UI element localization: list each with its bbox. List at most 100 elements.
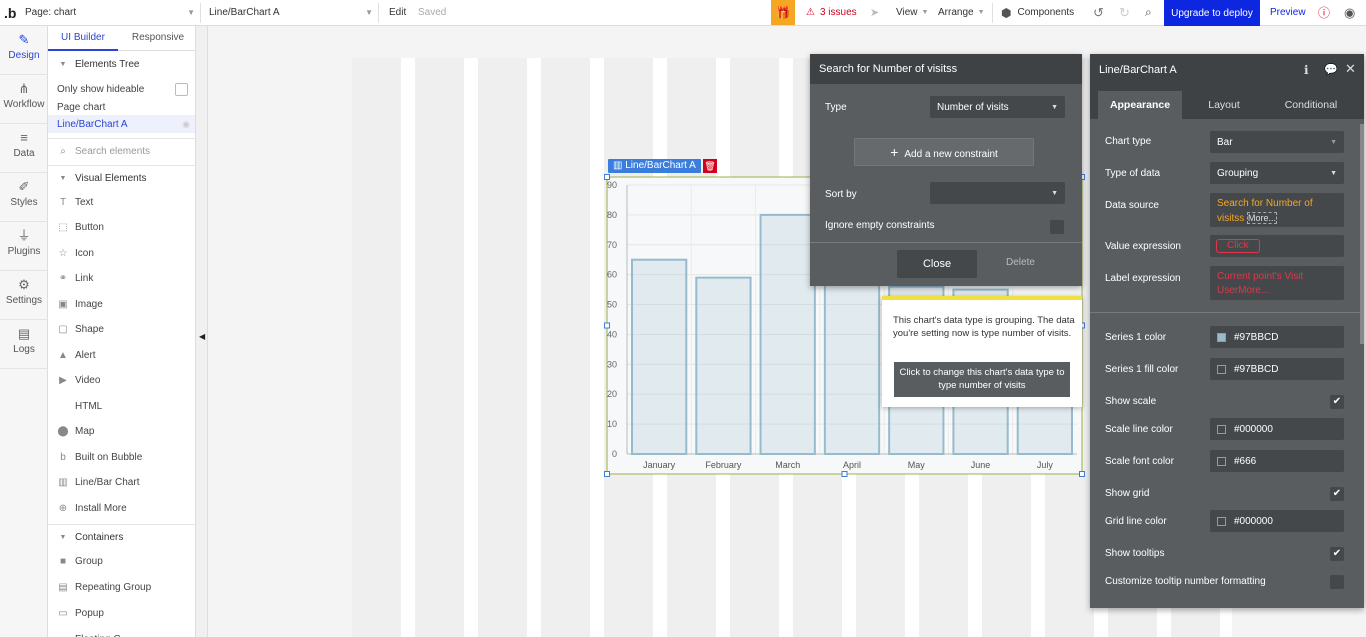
element-palette-item[interactable]: ⬚ Button — [48, 216, 195, 240]
collapse-arrow-icon[interactable]: ◀ — [199, 332, 205, 341]
container-palette-item[interactable]: ▭ Popup — [48, 601, 195, 625]
tab-responsive[interactable]: Responsive — [120, 26, 195, 51]
element-palette-item[interactable]: ☆ Icon — [48, 241, 195, 265]
value-expression-field[interactable]: Click — [1210, 235, 1344, 257]
container-palette-item[interactable]: ■ Group — [48, 549, 195, 573]
star-icon: ☆ — [58, 247, 68, 259]
info-icon[interactable]: ℹ — [1304, 63, 1309, 77]
element-palette-item[interactable]: ▣ Image — [48, 292, 195, 316]
add-constraint-button[interactable]: + Add a new constraint — [854, 138, 1034, 166]
bubble-logo[interactable]: .b — [4, 0, 16, 25]
tab-appearance[interactable]: Appearance — [1098, 91, 1182, 119]
element-palette-item[interactable]: T Text — [48, 190, 195, 214]
chevron-down-icon: ▼ — [187, 8, 195, 17]
scrollbar[interactable] — [1360, 124, 1364, 344]
settings-tab[interactable]: ⚙ Settings — [0, 271, 48, 320]
chart-type-dropdown[interactable]: Bar ▼ — [1210, 131, 1344, 153]
view-menu[interactable]: View ▼ — [896, 0, 928, 25]
elements-tree-header[interactable]: ▼ Elements Tree — [48, 52, 195, 76]
scale-font-color-picker[interactable]: #666 — [1210, 450, 1344, 472]
plugins-tab[interactable]: ⏚ Plugins — [0, 222, 48, 271]
arrange-menu[interactable]: Arrange ▼ — [938, 0, 985, 25]
eye-icon[interactable]: ◉ — [182, 119, 190, 130]
element-palette-item[interactable]: ⊕ Install More — [48, 496, 195, 520]
type-of-data-dropdown[interactable]: Grouping ▼ — [1210, 162, 1344, 184]
data-source-field[interactable]: Search for Number of visitss More... — [1210, 193, 1344, 227]
redo-icon[interactable]: ↻ — [1119, 0, 1130, 25]
change-data-type-button[interactable]: Click to change this chart's data type t… — [894, 362, 1070, 397]
page-selector[interactable]: Page: chart ▼ — [25, 0, 197, 25]
logs-tab[interactable]: ▤ Logs — [0, 320, 48, 369]
only-hideable-checkbox[interactable] — [175, 82, 188, 96]
workflow-tab[interactable]: ⋔ Workflow — [0, 75, 48, 124]
element-palette-item[interactable]: ▢ Shape — [48, 318, 195, 342]
close-button[interactable]: Close — [897, 250, 977, 278]
element-palette-item[interactable]: ▶ Video — [48, 369, 195, 393]
warning-icon: ⚠ — [806, 7, 815, 18]
tree-item-label: Line/BarChart A — [57, 118, 128, 130]
grid-column — [415, 58, 464, 637]
show-scale-checkbox[interactable]: ✔ — [1330, 395, 1344, 409]
components-button[interactable]: ⬢ Components — [1001, 0, 1074, 25]
more-link[interactable]: More... — [1238, 285, 1269, 296]
delete-button[interactable]: Delete — [1006, 257, 1035, 268]
issues-button[interactable]: ⚠ 3 issues — [806, 0, 857, 25]
element-palette-label: Built on Bubble — [75, 451, 143, 463]
element-palette-item[interactable]: ▥ Line/Bar Chart — [48, 471, 195, 495]
type-of-data-value: Grouping — [1217, 167, 1259, 179]
series1-fill-picker[interactable]: #97BBCD — [1210, 358, 1344, 380]
search-icon[interactable]: ⌕ — [1145, 0, 1152, 25]
container-palette-item[interactable]: ▭ Floating G... — [48, 627, 195, 637]
edit-menu[interactable]: Edit — [389, 0, 406, 25]
search-elements[interactable]: ⌕ Search elements — [48, 139, 195, 163]
more-link[interactable]: More... — [1247, 212, 1278, 224]
chart-element-tag[interactable]: ▥ Line/BarChart A — [608, 159, 701, 173]
plugins-label: Plugins — [7, 246, 41, 257]
cursor-icon[interactable]: ➤ — [870, 0, 879, 25]
preview-button[interactable]: Preview — [1270, 0, 1306, 25]
upgrade-button[interactable]: Upgrade to deploy — [1164, 0, 1260, 26]
button-icon: ⬚ — [58, 222, 68, 233]
grid-line-color-picker[interactable]: #000000 — [1210, 510, 1344, 532]
tree-item-page[interactable]: Page chart — [48, 98, 195, 116]
link-icon: ⚭ — [58, 273, 68, 284]
container-palette-item[interactable]: ▤ Repeating Group — [48, 575, 195, 599]
show-grid-checkbox[interactable]: ✔ — [1330, 487, 1344, 501]
tab-conditional[interactable]: Conditional — [1260, 91, 1362, 119]
account-icon[interactable]: ◉ — [1344, 0, 1355, 25]
tree-item-chart[interactable]: Line/BarChart A ◉ — [48, 115, 195, 133]
scale-line-color-picker[interactable]: #000000 — [1210, 418, 1344, 440]
containers-header[interactable]: ▼ Containers — [48, 525, 195, 549]
data-tab[interactable]: ≡ Data — [0, 124, 48, 173]
visual-elements-header[interactable]: ▼ Visual Elements — [48, 166, 195, 190]
element-palette-item[interactable]: HTML — [48, 394, 195, 418]
comment-icon[interactable]: 💬 — [1324, 63, 1338, 76]
close-icon[interactable]: ✕ — [1345, 61, 1356, 77]
styles-tab[interactable]: ✐ Styles — [0, 173, 48, 222]
show-tooltips-label: Show tooltips — [1105, 548, 1165, 559]
series1-color-picker[interactable]: #97BBCD — [1210, 326, 1344, 348]
design-tab[interactable]: ✎ Design — [0, 26, 48, 75]
sidebar-collapse-gutter[interactable]: ◀ — [196, 26, 208, 637]
help-icon[interactable]: ⓘ — [1318, 0, 1330, 25]
undo-icon[interactable]: ↺ — [1093, 0, 1104, 25]
show-tooltips-checkbox[interactable]: ✔ — [1330, 547, 1344, 561]
delete-icon[interactable]: 🗑 — [703, 159, 717, 173]
ignore-empty-checkbox[interactable] — [1050, 220, 1064, 234]
element-palette-item[interactable]: ⬤ Map — [48, 420, 195, 444]
element-palette-item[interactable]: ▲ Alert — [48, 343, 195, 367]
sort-dropdown[interactable]: ▼ — [930, 182, 1065, 204]
element-palette-item[interactable]: ⚭ Link — [48, 267, 195, 291]
tab-layout[interactable]: Layout — [1190, 91, 1258, 119]
tab-ui-builder[interactable]: UI Builder — [48, 26, 118, 51]
gift-icon[interactable]: 🎁 — [771, 0, 795, 25]
customize-tooltip-checkbox[interactable] — [1330, 575, 1344, 589]
design-canvas[interactable]: ▥ Line/BarChart A 🗑 0 10 20 30 40 50 60 70 80 90 J… — [208, 26, 1366, 637]
label-expression-field[interactable]: Current point's Visit UserMore... — [1210, 266, 1344, 300]
type-dropdown[interactable]: Number of visits ▼ — [930, 96, 1065, 118]
type-label: Type — [825, 102, 847, 113]
element-selector[interactable]: Line/BarChart A ▼ — [209, 0, 375, 25]
x-tick-label: April — [843, 460, 861, 470]
brush-icon: ✐ — [18, 179, 30, 194]
element-palette-item[interactable]: b Built on Bubble — [48, 445, 195, 469]
